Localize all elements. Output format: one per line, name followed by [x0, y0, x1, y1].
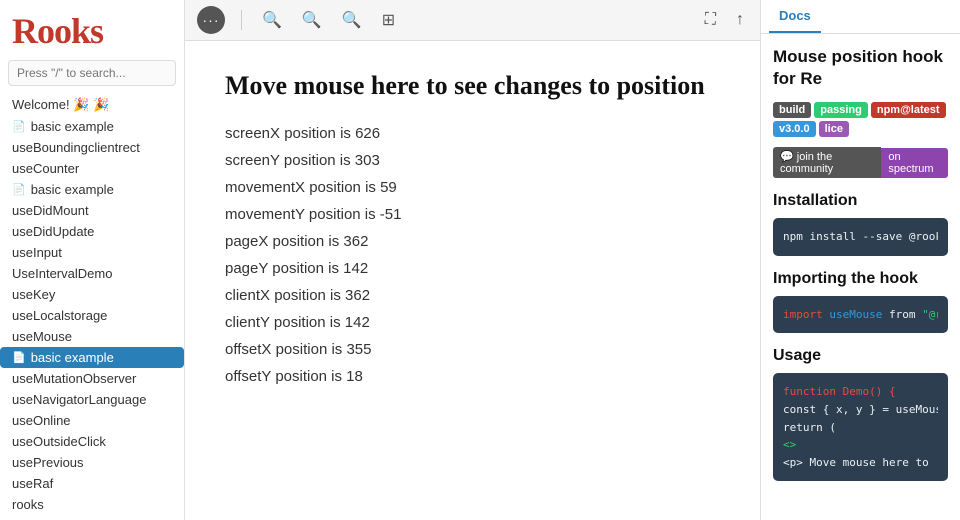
section-title-2: Usage	[773, 347, 948, 365]
sidebar-item-17[interactable]: usePrevious	[0, 452, 184, 473]
sidebar-item-label-18: useRaf	[12, 476, 53, 491]
zoom-fit-icon[interactable]: 🔍	[338, 8, 366, 32]
app-logo: Rooks	[12, 11, 103, 51]
sidebar-item-3[interactable]: useCounter	[0, 158, 184, 179]
sidebar-item-label-13: useMutationObserver	[12, 371, 136, 386]
sidebar-item-label-3: useCounter	[12, 161, 79, 176]
sidebar-item-0[interactable]: Welcome! 🎉 🎉	[0, 94, 184, 116]
badge-license: lice	[819, 121, 849, 137]
code-block-0: npm install --save @rooks/use	[773, 218, 948, 256]
sidebar-item-15[interactable]: useOnline	[0, 410, 184, 431]
sidebar-item-6[interactable]: useDidUpdate	[0, 221, 184, 242]
community-left: 💬 join the community	[773, 147, 881, 178]
sidebar-item-8[interactable]: UseIntervalDemo	[0, 263, 184, 284]
fullscreen-icon[interactable]: ⛶	[701, 9, 720, 31]
code-line-2-0: function Demo() {	[783, 383, 938, 401]
sidebar-item-label-4: basic example	[31, 182, 114, 197]
sidebar-item-13[interactable]: useMutationObserver	[0, 368, 184, 389]
sidebar-item-14[interactable]: useNavigatorLanguage	[0, 389, 184, 410]
sidebar-item-12[interactable]: 📄 basic example	[0, 347, 184, 368]
sidebar-item-label-5: useDidMount	[12, 203, 89, 218]
position-item-2: movementX position is 59	[225, 179, 720, 196]
sidebar-item-7[interactable]: useInput	[0, 242, 184, 263]
sidebar-item-label-6: useDidUpdate	[12, 224, 94, 239]
sidebar-item-icon-1: 📄	[12, 120, 26, 133]
sidebar-item-label-8: UseIntervalDemo	[12, 266, 112, 281]
sidebar-item-label-14: useNavigatorLanguage	[12, 392, 146, 407]
sidebar-item-16[interactable]: useOutsideClick	[0, 431, 184, 452]
right-tab-0[interactable]: Docs	[769, 0, 821, 33]
right-content: Mouse position hook for Re buildpassingn…	[761, 34, 960, 520]
sidebar-item-label-19: rooks	[12, 497, 44, 512]
code-line-2-3: <>	[783, 436, 938, 454]
main-content: Move mouse here to see changes to positi…	[185, 41, 760, 520]
position-item-3: movementY position is -51	[225, 206, 720, 223]
doc-title: Mouse position hook for Re	[773, 46, 948, 90]
position-list: screenX position is 626 screenY position …	[225, 125, 720, 385]
code-block-2: function Demo() { const { x, y } = useMo…	[773, 373, 948, 481]
position-item-6: clientX position is 362	[225, 287, 720, 304]
sidebar: Rooks Welcome! 🎉 🎉 📄 basic example useBound…	[0, 0, 185, 520]
logo-area: Rooks	[0, 0, 184, 60]
sidebar-item-label-9: useKey	[12, 287, 55, 302]
code-block-1: import useMouse from "@rooks/	[773, 296, 948, 334]
sidebar-item-icon-4: 📄	[12, 183, 26, 196]
code-line-2-1: const { x, y } = useMouse()	[783, 401, 938, 419]
main-panel: ··· 🔍 🔍 🔍 ⊞ ⛶ ↑ Move mouse here to see c…	[185, 0, 760, 520]
sidebar-item-label-11: useMouse	[12, 329, 72, 344]
sidebar-item-9[interactable]: useKey	[0, 284, 184, 305]
grid-icon[interactable]: ⊞	[378, 8, 399, 32]
search-input[interactable]	[8, 60, 176, 86]
sidebar-item-5[interactable]: useDidMount	[0, 200, 184, 221]
sidebar-item-label-15: useOnline	[12, 413, 71, 428]
badge-passing: passing	[814, 102, 868, 118]
community-right: on spectrum	[881, 148, 948, 178]
zoom-in-icon[interactable]: 🔍	[298, 8, 326, 32]
sidebar-item-label-10: useLocalstorage	[12, 308, 107, 323]
position-item-9: offsetY position is 18	[225, 368, 720, 385]
code-line-2-4: <p> Move mouse here to	[783, 454, 938, 472]
zoom-out-icon[interactable]: 🔍	[258, 8, 286, 32]
badge-version: v3.0.0	[773, 121, 816, 137]
code-line-2-2: return (	[783, 419, 938, 437]
section-title-1: Importing the hook	[773, 270, 948, 288]
position-item-8: offsetX position is 355	[225, 341, 720, 358]
sidebar-item-label-17: usePrevious	[12, 455, 84, 470]
sidebar-item-label-2: useBoundingclientrect	[12, 140, 140, 155]
sidebar-item-icon-12: 📄	[12, 351, 26, 364]
sidebar-nav: Welcome! 🎉 🎉 📄 basic example useBoundingcli…	[0, 94, 184, 520]
sidebar-item-label-1: basic example	[31, 119, 114, 134]
sidebar-item-4[interactable]: 📄 basic example	[0, 179, 184, 200]
sidebar-item-2[interactable]: useBoundingclientrect	[0, 137, 184, 158]
code-line-1-0: import useMouse from "@rooks/	[783, 306, 938, 324]
sidebar-item-10[interactable]: useLocalstorage	[0, 305, 184, 326]
badge-group: buildpassingnpm@latest v3.0.0lice	[773, 102, 948, 137]
page-heading: Move mouse here to see changes to positi…	[225, 71, 720, 101]
position-item-4: pageX position is 362	[225, 233, 720, 250]
toolbar: ··· 🔍 🔍 🔍 ⊞ ⛶ ↑	[185, 0, 760, 41]
section-title-0: Installation	[773, 192, 948, 210]
community-badge[interactable]: 💬 join the community on spectrum	[773, 147, 948, 178]
code-line-0: npm install --save @rooks/use	[783, 228, 938, 246]
sidebar-item-19[interactable]: rooks	[0, 494, 184, 515]
more-options-button[interactable]: ···	[197, 6, 225, 34]
sidebar-item-1[interactable]: 📄 basic example	[0, 116, 184, 137]
right-panel: Docs Mouse position hook for Re buildpas…	[760, 0, 960, 520]
badge-npm: npm@latest	[871, 102, 946, 118]
badge-build: build	[773, 102, 811, 118]
doc-sections: Installation npm install --save @rooks/us…	[773, 192, 948, 481]
position-item-7: clientY position is 142	[225, 314, 720, 331]
sidebar-item-label-12: basic example	[31, 350, 114, 365]
sidebar-item-18[interactable]: useRaf	[0, 473, 184, 494]
share-icon[interactable]: ↑	[732, 9, 748, 31]
toolbar-separator	[241, 10, 242, 30]
sidebar-item-label-0: Welcome! 🎉 🎉	[12, 97, 109, 113]
sidebar-item-label-7: useInput	[12, 245, 62, 260]
position-item-0: screenX position is 626	[225, 125, 720, 142]
position-item-1: screenY position is 303	[225, 152, 720, 169]
right-tabs: Docs	[761, 0, 960, 34]
position-item-5: pageY position is 142	[225, 260, 720, 277]
sidebar-item-11[interactable]: useMouse	[0, 326, 184, 347]
sidebar-item-label-16: useOutsideClick	[12, 434, 106, 449]
